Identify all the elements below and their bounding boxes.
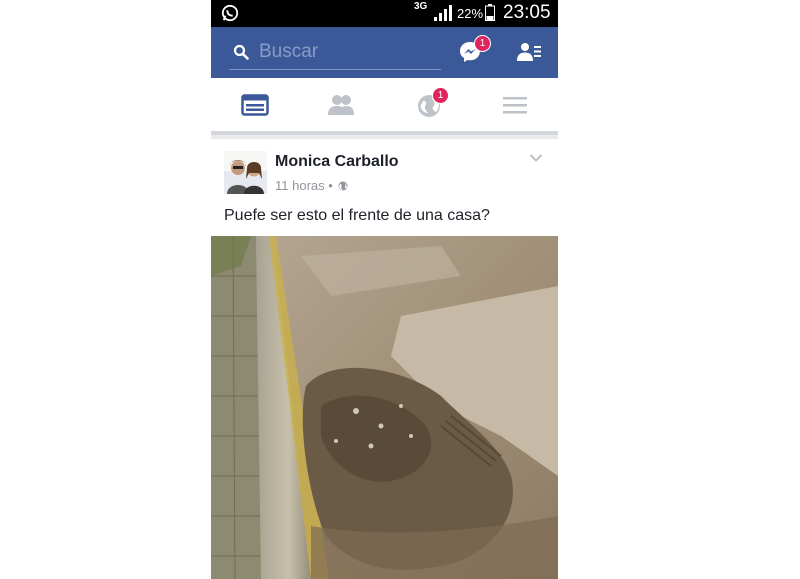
messenger-badge: 1 — [474, 35, 491, 52]
signal-icon — [434, 5, 452, 21]
friends-tab[interactable] — [327, 92, 355, 118]
post-timestamp[interactable]: 11 horas — [275, 178, 325, 193]
clock: 23:05 — [503, 2, 551, 23]
author-avatar[interactable] — [224, 151, 267, 194]
post-text: Puefe ser esto el frente de una casa? — [224, 207, 490, 224]
search-icon — [233, 44, 249, 60]
battery-percent: 22% — [457, 6, 484, 21]
menu-icon[interactable] — [501, 92, 529, 118]
battery-icon — [485, 4, 495, 21]
tab-bar: 1 — [211, 78, 558, 135]
meta-separator: • — [328, 178, 333, 193]
search-input[interactable]: Buscar — [229, 35, 441, 70]
feed-post: Monica Carballo 11 horas • Puefe ser est… — [211, 139, 558, 579]
phone-screen: 3G 22% 23:05 Buscar 1 1 Monica Carballo … — [211, 0, 558, 579]
chevron-down-icon[interactable] — [529, 153, 543, 163]
post-meta: 11 horas • — [275, 178, 348, 193]
status-bar: 3G 22% 23:05 — [211, 0, 558, 27]
globe-icon — [338, 181, 348, 191]
friend-requests-icon[interactable] — [517, 42, 541, 62]
notifications-badge: 1 — [432, 87, 449, 104]
whatsapp-icon — [221, 4, 239, 22]
top-bar: Buscar 1 — [211, 27, 558, 78]
network-type: 3G — [414, 1, 428, 12]
news-feed-tab[interactable] — [241, 92, 269, 118]
author-name[interactable]: Monica Carballo — [275, 153, 399, 171]
search-placeholder: Buscar — [259, 41, 319, 62]
post-photo[interactable] — [211, 236, 558, 579]
